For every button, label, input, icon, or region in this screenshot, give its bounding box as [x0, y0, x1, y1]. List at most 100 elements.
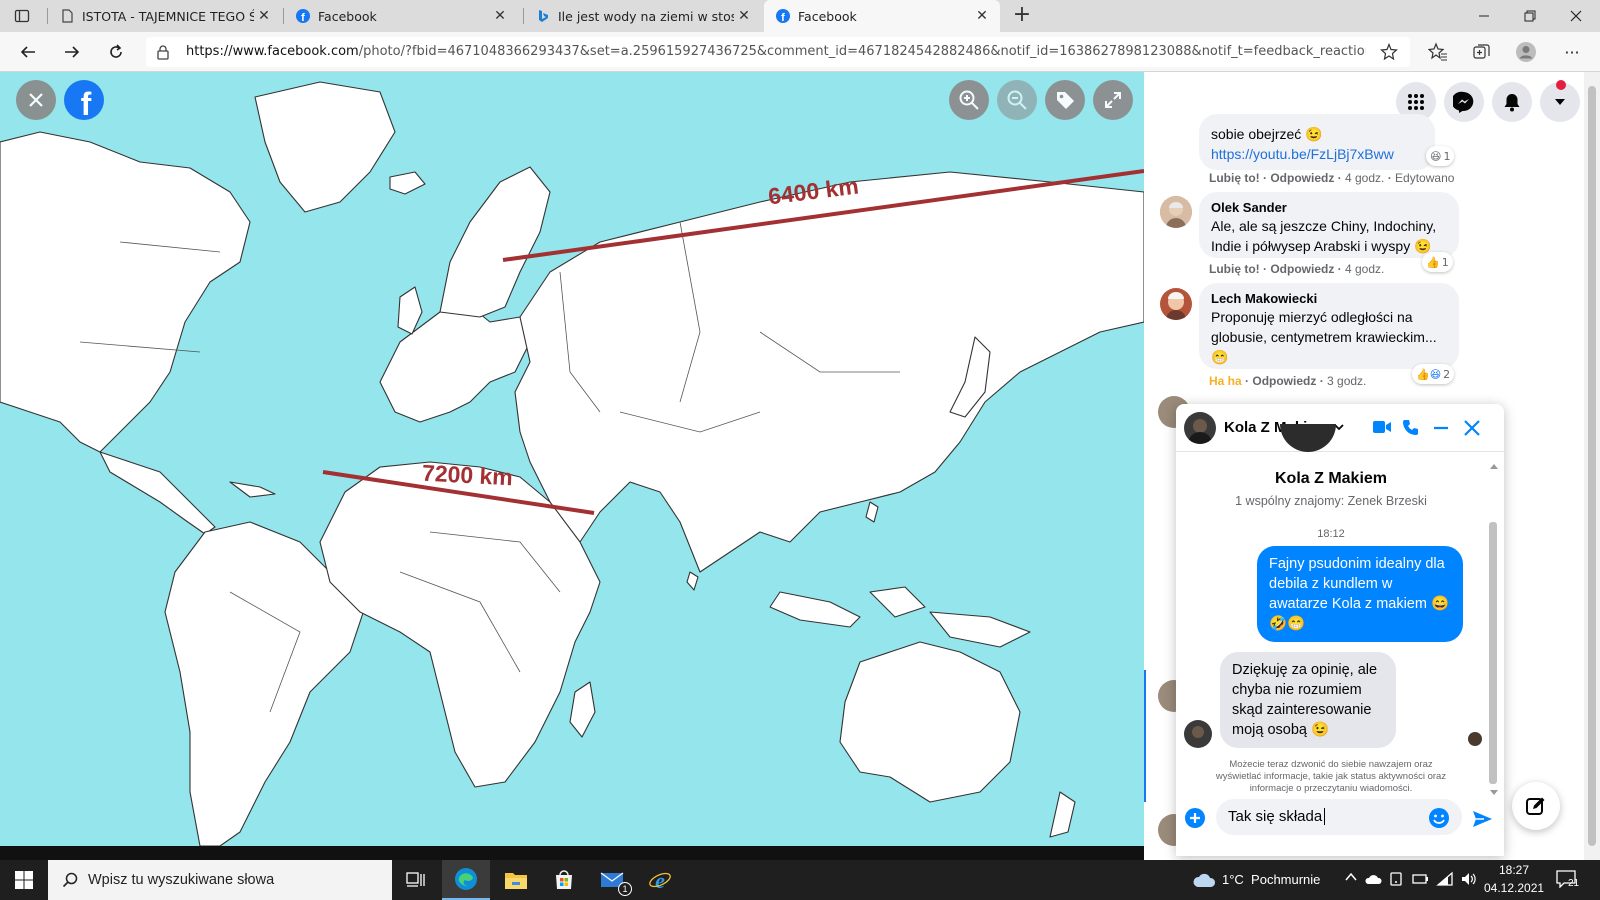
comment-link[interactable]: https://youtu.be/FzLjBj7xBww	[1211, 144, 1423, 164]
start-button[interactable]	[0, 860, 48, 900]
chat-avatar[interactable]	[1184, 412, 1216, 444]
tab-actions-icon[interactable]	[14, 8, 30, 24]
avatar[interactable]	[1160, 288, 1192, 320]
svg-text:e: e	[655, 868, 665, 892]
tag-button[interactable]	[1045, 80, 1085, 120]
video-call-icon[interactable]	[1372, 418, 1392, 441]
send-icon[interactable]	[1471, 808, 1493, 835]
haha-reaction-icon: 😆	[1430, 149, 1442, 163]
zoom-out-button[interactable]	[997, 80, 1037, 120]
wifi-icon[interactable]	[1436, 871, 1454, 890]
chat-scrollbar[interactable]	[1488, 464, 1498, 795]
profile-avatar[interactable]	[1514, 40, 1538, 64]
avatar[interactable]	[1160, 196, 1192, 228]
favorites-icon[interactable]	[1426, 40, 1450, 64]
comment-author[interactable]: Olek Sander	[1211, 200, 1447, 216]
task-view-icon[interactable]	[392, 860, 440, 900]
address-bar[interactable]: https://www.facebook.com/photo/?fbid=467…	[146, 37, 1410, 67]
close-viewer-button[interactable]	[16, 80, 56, 120]
comment-text: Proponuję mierzyć odległości na globusie…	[1211, 309, 1437, 365]
forward-button[interactable]	[60, 40, 84, 64]
tab-bing[interactable]: Ile jest wody na ziemi w stosunku ✕	[524, 0, 762, 32]
reply-link[interactable]: Odpowiedz	[1270, 262, 1334, 276]
close-window-button[interactable]	[1568, 8, 1584, 24]
volume-icon[interactable]	[1460, 871, 1478, 890]
mail-badge: 1	[618, 882, 632, 896]
weather-text[interactable]: 1°C Pochmurnie	[1222, 872, 1320, 887]
restore-window-button[interactable]	[1522, 8, 1538, 24]
page-icon	[60, 9, 74, 23]
like-reaction-icon: 👍	[1426, 255, 1440, 269]
clock-time[interactable]: 18:27	[1486, 863, 1542, 877]
notification-dot	[1556, 80, 1566, 90]
back-button[interactable]	[16, 40, 40, 64]
add-attachment-icon[interactable]	[1184, 807, 1206, 834]
scrollbar-thumb[interactable]	[1588, 86, 1596, 846]
comment-bubble: Lech Makowiecki Proponuję mierzyć odległ…	[1199, 283, 1459, 369]
facebook-icon: f	[776, 9, 790, 24]
page-scrollbar[interactable]	[1584, 72, 1600, 860]
message-outgoing[interactable]: Fajny psudonim idealny dla debila z kund…	[1257, 546, 1463, 642]
chat-profile-name: Kola Z Makiem	[1274, 470, 1388, 487]
haha-link[interactable]: Ha ha	[1209, 374, 1242, 388]
show-hidden-icons[interactable]	[1344, 870, 1358, 887]
fullscreen-button[interactable]	[1093, 80, 1133, 120]
zoom-in-button[interactable]	[949, 80, 989, 120]
search-icon	[62, 872, 78, 888]
clock-date[interactable]: 04.12.2021	[1484, 881, 1544, 895]
close-tab-icon[interactable]: ✕	[254, 8, 274, 24]
messenger-icon[interactable]	[1444, 82, 1484, 122]
minimize-chat-icon[interactable]	[1432, 419, 1450, 442]
message-incoming[interactable]: Dziękuję za opinię, ale chyba nie rozumi…	[1220, 652, 1396, 748]
internet-explorer-icon[interactable]: e	[636, 860, 684, 900]
close-chat-icon[interactable]	[1463, 419, 1481, 442]
comment-bubble: Olek Sander Ale, ale są jeszcze Chiny, I…	[1199, 192, 1459, 258]
close-tab-icon[interactable]: ✕	[734, 8, 754, 24]
svg-text:f: f	[301, 12, 305, 23]
taskbar-search[interactable]: Wpisz tu wyszukiwane słowa	[48, 860, 392, 900]
microsoft-store-icon[interactable]	[540, 860, 588, 900]
comment-bubble: sobie obejrzeć 😉 https://youtu.be/FzLjBj…	[1199, 114, 1435, 170]
close-tab-icon[interactable]: ✕	[972, 8, 992, 24]
bing-icon	[536, 9, 550, 23]
new-message-button[interactable]	[1512, 782, 1560, 830]
battery-icon[interactable]	[1412, 872, 1430, 889]
reply-link[interactable]: Odpowiedz	[1270, 171, 1334, 185]
facebook-logo[interactable]: f	[64, 80, 104, 122]
phone-call-icon[interactable]	[1402, 418, 1420, 441]
sender-avatar[interactable]	[1184, 720, 1212, 748]
onedrive-icon[interactable]	[1364, 872, 1382, 889]
tab-istota[interactable]: ISTOTA - TAJEMNICE TEGO ŚWIA ✕	[48, 0, 282, 32]
notifications-bell-icon[interactable]	[1492, 82, 1532, 122]
refresh-button[interactable]	[104, 40, 128, 64]
more-options-icon[interactable]: ···	[1560, 40, 1584, 64]
like-link[interactable]: Lubię to!	[1209, 171, 1260, 185]
lock-icon[interactable]	[156, 44, 170, 64]
file-explorer-icon[interactable]	[492, 860, 540, 900]
notification-center-icon[interactable]: 21	[1556, 870, 1580, 891]
favorite-add-icon[interactable]	[1380, 42, 1398, 65]
close-tab-icon[interactable]: ✕	[490, 8, 510, 24]
comment-meta: Lubię to! · Odpowiedz · 4 godz.	[1209, 262, 1385, 276]
edge-browser-icon[interactable]	[442, 860, 490, 900]
notification-count: 21	[1568, 878, 1580, 889]
distance-label-south: 7200 km	[421, 459, 514, 491]
emoji-icon[interactable]	[1428, 807, 1450, 834]
reaction-count[interactable]: 👍 1	[1422, 252, 1453, 272]
minimize-window-button[interactable]	[1476, 8, 1492, 24]
reply-link[interactable]: Odpowiedz	[1252, 374, 1316, 388]
message-input[interactable]: Tak się składa	[1216, 799, 1462, 835]
like-reaction-icon: 👍😆	[1416, 367, 1442, 381]
url-text[interactable]: https://www.facebook.com/photo/?fbid=467…	[186, 44, 1366, 59]
like-link[interactable]: Lubię to!	[1209, 262, 1260, 276]
device-icon[interactable]	[1388, 871, 1404, 890]
reaction-count[interactable]: 👍😆 2	[1412, 364, 1455, 384]
comment-author[interactable]: Lech Makowiecki	[1211, 291, 1447, 307]
tab-facebook-active[interactable]: f Facebook ✕	[764, 0, 1000, 32]
tab-facebook-1[interactable]: f Facebook ✕	[284, 0, 518, 32]
weather-icon[interactable]	[1192, 871, 1216, 894]
mail-icon[interactable]: 1	[588, 860, 636, 900]
collections-icon[interactable]	[1470, 40, 1494, 64]
reaction-count[interactable]: 😆 1	[1426, 146, 1455, 166]
new-tab-button[interactable]: +	[1010, 4, 1034, 28]
